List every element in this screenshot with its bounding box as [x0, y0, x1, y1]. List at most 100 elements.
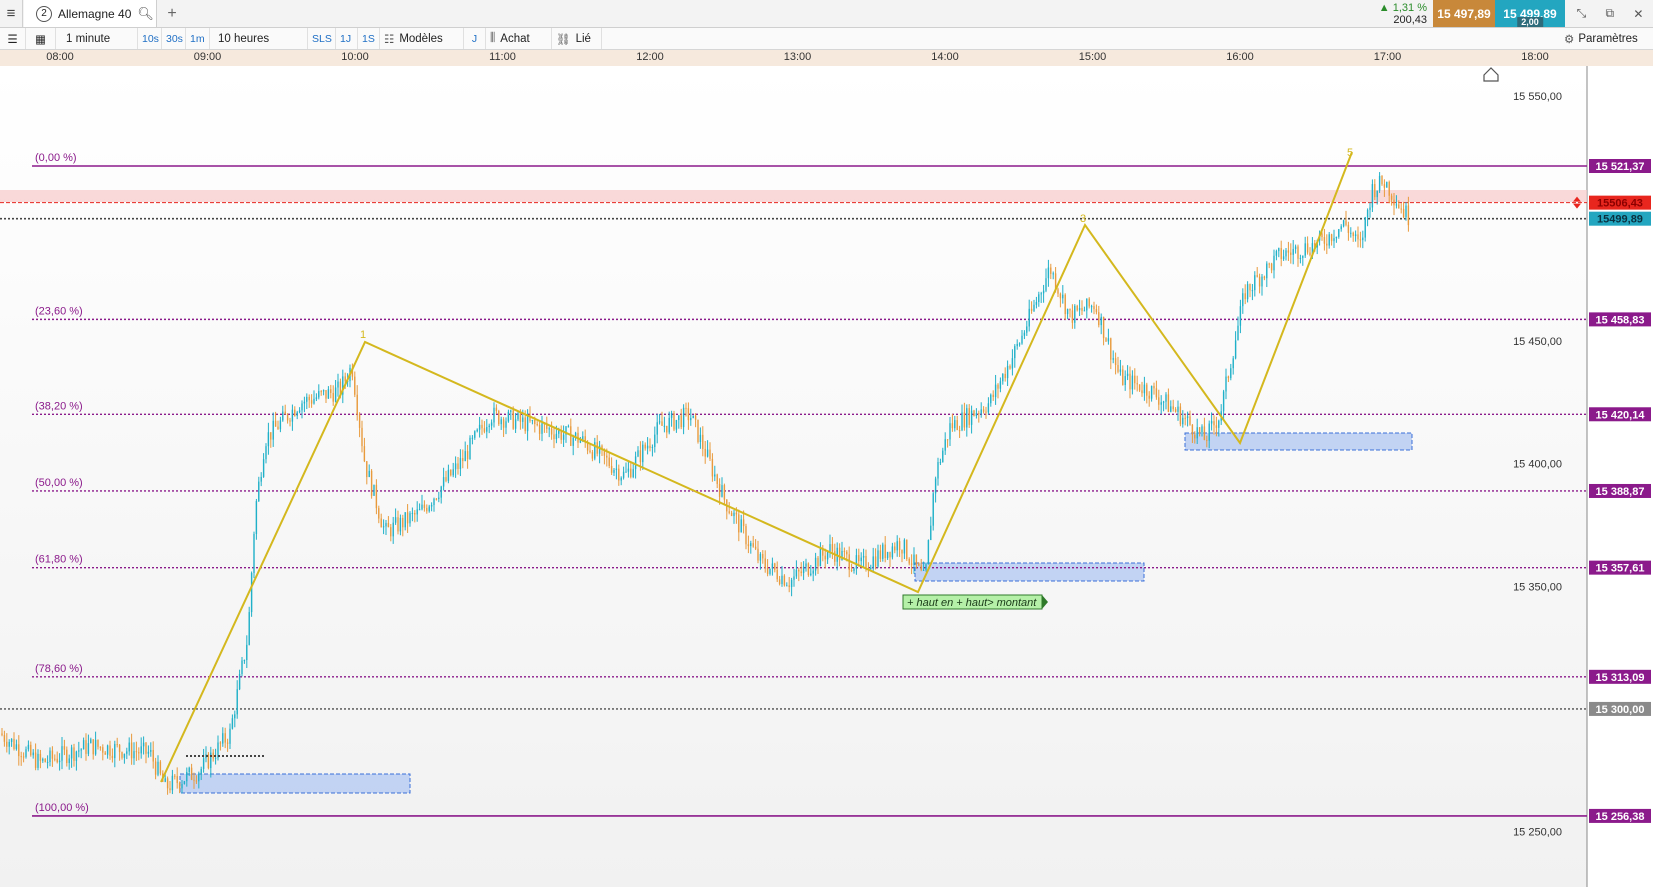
candle-body	[13, 738, 15, 749]
candle-body	[606, 455, 608, 458]
candle-body	[608, 457, 610, 466]
candle-body	[457, 463, 459, 469]
timeframe-10s[interactable]: 10s	[138, 28, 162, 49]
candle-body	[906, 539, 908, 560]
candle-body	[639, 450, 642, 463]
candle-body	[548, 428, 550, 430]
candle-body	[1122, 369, 1124, 385]
candle-body	[627, 468, 630, 472]
candle-body	[1194, 434, 1196, 439]
candle-body	[514, 419, 517, 429]
candle-body	[1263, 276, 1266, 279]
popout-icon[interactable]: ⧉	[1605, 6, 1614, 21]
candle-body	[846, 551, 848, 555]
interval-select[interactable]: 1 minute	[56, 28, 138, 49]
candle-body	[654, 434, 656, 447]
candle-body	[18, 744, 20, 757]
candle-body	[1299, 257, 1302, 259]
candle-body	[243, 660, 246, 662]
candle-body	[378, 508, 380, 519]
search-icon[interactable]: 🔍︎	[137, 6, 154, 22]
settings-label: Paramètres	[1578, 32, 1638, 45]
instrument-tab[interactable]: 2 Allemagne 40 🔍︎	[24, 0, 157, 27]
candle-body	[817, 557, 819, 567]
change-points: 200,43	[1393, 14, 1427, 26]
candle-body	[73, 747, 75, 761]
timeframe-30s[interactable]: 30s	[162, 28, 186, 49]
sell-price-button[interactable]: 15 497,89	[1433, 0, 1495, 27]
price-axis-label: 15 400,00	[1513, 459, 1562, 471]
candle-body	[186, 771, 188, 782]
candle-body	[1033, 304, 1035, 311]
support-zone[interactable]	[914, 562, 1145, 582]
close-icon[interactable]: ✕	[1633, 7, 1643, 21]
support-zone[interactable]	[179, 773, 411, 794]
settings-button[interactable]: ⚙ Paramètres	[1560, 28, 1653, 49]
linked-button[interactable]: ⛓ Lié	[552, 28, 602, 49]
candle-body	[78, 750, 80, 752]
menu-icon[interactable]: ≡	[0, 0, 23, 27]
candle-body	[517, 413, 519, 420]
candle-body	[25, 749, 27, 757]
candle-body	[1237, 325, 1239, 341]
candle-body	[685, 407, 687, 409]
candle-body	[493, 407, 495, 423]
timeframe-1m[interactable]: 1m	[186, 28, 210, 49]
candle-body	[1114, 358, 1117, 365]
candle-body	[805, 563, 807, 567]
candle-body	[882, 544, 884, 559]
candle-body	[34, 752, 37, 768]
add-tab-button[interactable]: +	[160, 0, 184, 27]
buy-order-button[interactable]: ⫼ Achat	[486, 28, 552, 49]
candle-body	[1182, 417, 1184, 425]
candle-body	[524, 417, 526, 432]
candle-body	[1273, 255, 1275, 271]
candle-body	[735, 512, 738, 515]
candle-body	[212, 752, 214, 759]
candle-body	[51, 750, 54, 759]
candle-body	[404, 512, 406, 528]
candle-body	[322, 390, 325, 392]
restore-icon[interactable]: ⤡	[1577, 6, 1587, 21]
candle-body	[358, 414, 361, 428]
fib-level-label: (0,00 %)	[35, 152, 77, 164]
candle-body	[903, 539, 906, 554]
time-axis[interactable]: 08:00 09:00 10:00 11:00 12:00 13:00 14:00 15:00…	[0, 50, 1653, 67]
candle-body	[872, 556, 874, 568]
candle-body	[1350, 232, 1352, 234]
price-chart[interactable]: (0,00 %) (23,60 %) (38,20 %) (50,00 %) (61,8…	[0, 66, 1653, 887]
list-icon[interactable]: ☰	[0, 28, 26, 49]
timeframe-1j[interactable]: 1J	[336, 28, 358, 49]
models-button[interactable]: ☷ Modèles	[380, 28, 464, 49]
candle-body	[622, 471, 625, 478]
candle-body	[303, 401, 306, 404]
candle-body	[1371, 184, 1374, 208]
candle-body	[1290, 252, 1292, 255]
layout-grid-icon[interactable]: ▦	[26, 28, 56, 49]
candle-body	[646, 445, 649, 449]
candle-body	[1395, 204, 1398, 206]
candle-body	[1222, 391, 1225, 412]
fib-price-tag: 15 313,09	[1596, 672, 1645, 684]
candle-body	[202, 758, 205, 769]
fib-level-label: (23,60 %)	[35, 305, 83, 317]
candle-body	[66, 749, 68, 764]
buy-price-button[interactable]: 15 499,89 2,00	[1495, 0, 1565, 27]
candle-body	[522, 417, 524, 422]
sls-button[interactable]: SLS	[308, 28, 336, 49]
candle-body	[87, 743, 90, 754]
candle-body	[282, 411, 284, 421]
candle-body	[1009, 365, 1011, 369]
period-select[interactable]: 10 heures	[210, 28, 308, 49]
candle-body	[1016, 343, 1018, 347]
candle-body	[68, 758, 70, 764]
candle-body	[1278, 248, 1280, 252]
timeframe-1s[interactable]: 1S	[358, 28, 380, 49]
candle-body	[1258, 276, 1261, 287]
candle-body	[884, 544, 886, 559]
candle-body	[1357, 234, 1359, 240]
candle-body	[46, 762, 49, 764]
candle-body	[925, 564, 927, 570]
j-button[interactable]: J	[464, 28, 486, 49]
candle-body	[766, 567, 769, 574]
